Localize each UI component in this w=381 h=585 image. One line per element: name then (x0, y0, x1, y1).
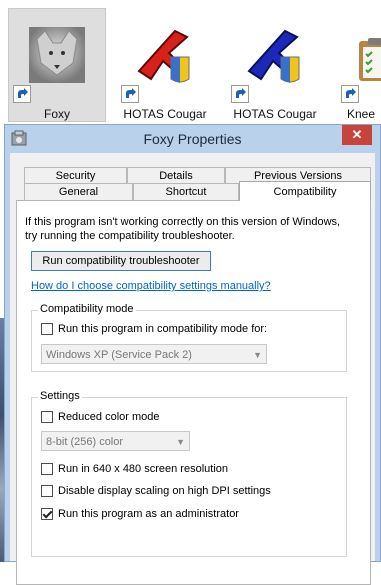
shortcut-arrow-icon (341, 85, 359, 103)
compatibility-mode-group: Compatibility mode Run this program in c… (31, 303, 347, 372)
checkbox-label: Reduced color mode (58, 411, 160, 423)
res-640-row[interactable]: Run in 640 x 480 screen resolution (41, 462, 228, 476)
os-version-select[interactable]: Windows XP (Service Pack 2) ▼ (41, 344, 267, 364)
file-item-hotas-cougar-red[interactable]: HOTAS Cougar (116, 8, 214, 122)
run-as-admin-row[interactable]: Run this program as an administrator (41, 507, 239, 521)
compatibility-mode-row[interactable]: Run this program in compatibility mode f… (41, 322, 267, 336)
color-depth-select[interactable]: 8-bit (256) color ▼ (41, 431, 190, 451)
shortcut-arrow-icon (13, 85, 31, 103)
checkbox-label: Disable display scaling on high DPI sett… (58, 485, 271, 497)
run-as-admin-checkbox[interactable] (41, 508, 53, 520)
tab-compatibility[interactable]: Compatibility (239, 181, 371, 201)
window-title: Foxy Properties (143, 131, 242, 147)
checkbox-label: Run this program in compatibility mode f… (58, 323, 268, 335)
dpi-scaling-checkbox[interactable] (41, 485, 53, 497)
run-troubleshooter-button[interactable]: Run compatibility troubleshooter (31, 251, 211, 271)
dpi-scaling-row[interactable]: Disable display scaling on high DPI sett… (41, 484, 271, 498)
file-item-hotas-cougar-blue[interactable]: HOTAS Cougar (226, 8, 324, 122)
res-640-checkbox[interactable] (41, 463, 53, 475)
properties-window: Foxy Properties ✕ Security Details Previ… (4, 124, 381, 585)
group-title: Compatibility mode (38, 303, 136, 315)
file-item-knee[interactable]: Knee (336, 8, 381, 122)
close-button[interactable]: ✕ (342, 125, 372, 145)
checkbox-label: Run this program as an administrator (58, 508, 239, 520)
tab-security[interactable]: Security (24, 167, 127, 183)
shortcut-arrow-icon (121, 85, 139, 103)
file-label: Foxy (43, 107, 70, 121)
file-item-foxy[interactable]: Foxy (8, 8, 106, 122)
chevron-down-icon: ▼ (253, 350, 262, 360)
file-label: HOTAS Cougar (233, 107, 317, 121)
reduced-color-checkbox[interactable] (41, 411, 53, 423)
settings-group: Settings Reduced color mode 8-bit (256) … (31, 390, 347, 557)
checkbox-label: Run in 640 x 480 screen resolution (58, 463, 228, 475)
tab-shortcut[interactable]: Shortcut (133, 183, 239, 200)
select-value: 8-bit (256) color (46, 436, 124, 448)
intro-text: If this program isn't working correctly … (25, 216, 341, 242)
reduced-color-row[interactable]: Reduced color mode (41, 410, 160, 424)
group-title: Settings (38, 390, 82, 402)
title-bar[interactable]: Foxy Properties ✕ (5, 125, 380, 153)
tab-details[interactable]: Details (127, 167, 225, 183)
shortcut-arrow-icon (231, 85, 249, 103)
compatibility-help-link[interactable]: How do I choose compatibility settings m… (31, 280, 271, 292)
select-value: Windows XP (Service Pack 2) (46, 349, 192, 361)
file-label: Knee (347, 107, 376, 121)
clipboard-icon (359, 38, 381, 81)
tab-general[interactable]: General (24, 183, 133, 200)
file-label: HOTAS Cougar (123, 107, 207, 121)
compatibility-mode-checkbox[interactable] (41, 323, 53, 335)
chevron-down-icon: ▼ (176, 437, 185, 447)
dialog-client-area: Security Details Previous Versions Gener… (10, 153, 375, 585)
compatibility-panel: If this program isn't working correctly … (16, 200, 371, 585)
